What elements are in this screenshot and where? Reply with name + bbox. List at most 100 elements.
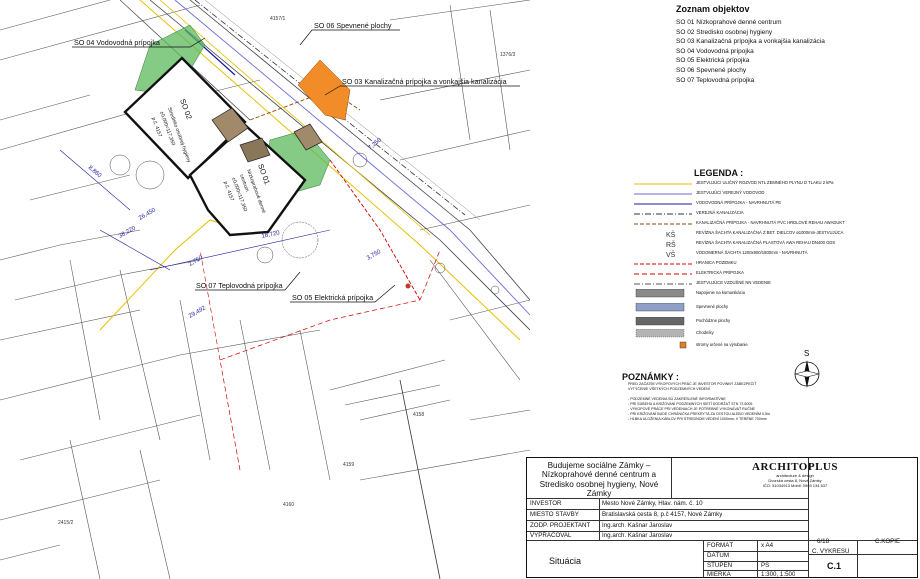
legend-item: HRANICA POZEMKU: [632, 259, 918, 268]
legend-symbol: RŠ: [666, 240, 676, 249]
legend-item: Spevnené plochy: [632, 303, 918, 312]
legend-label: Napojenie na komunikáciu: [696, 290, 746, 295]
legend-swatch: [635, 329, 685, 338]
legend-label: JESTVUJÚCE VZDUŠNÉ NN VEDENIE: [696, 280, 771, 285]
legend-item: VEREJNÁ KANALIZÁCIA: [632, 209, 918, 218]
dimension-value: 8,860: [87, 165, 103, 180]
stage-label: STUPEŇ: [707, 562, 733, 569]
firm-stamp: ARCHITOPLUS architecture & design Dvorsk…: [745, 461, 845, 488]
legend-swatch: [634, 223, 692, 225]
legend-swatch: [634, 263, 692, 265]
project-title: Budujeme sociálne Zámky – Nízkoprahové d…: [539, 461, 659, 498]
firm-contact: IČO: 51034913 Mobil: 0903 134 637: [762, 483, 828, 488]
object-list-title: Zoznam objektov: [676, 4, 750, 14]
legend-swatch: [634, 183, 692, 185]
dimension-value: 29,492: [188, 305, 207, 320]
parcel-number: 4160: [283, 502, 294, 508]
legend-swatch: [634, 273, 692, 275]
site-plan-drawing: SO 02 Stredisko osobnej hygieny ±0,000=1…: [0, 0, 530, 579]
legend-label: Chodníky: [696, 330, 714, 335]
paved-area-orange: [297, 59, 351, 121]
object-list-item: SO 03 Kanalizačná prípojka a vonkajšia k…: [676, 38, 825, 46]
callout-so07: SO 07 Teplovodná prípojka: [196, 281, 283, 290]
stage-value: PS: [761, 562, 770, 569]
legend-item: RŠ REVÍZNA ŠACHTA KANALIZAČNÁ PLASTOVÁ AW…: [632, 239, 918, 249]
parcel-number: 4158: [413, 412, 424, 418]
notes-line: - HĹBKA ULOŽENIA KÁBLOV PRI STREDNOM VED…: [628, 417, 767, 421]
parcel-number: 4157/1: [270, 16, 286, 22]
electric-connection-line: [329, 159, 421, 301]
dimension-value: 2,750: [188, 255, 205, 268]
legend-item: JESTVUJÚCI VEREJNÝ VODOVOD: [632, 189, 918, 198]
legend-label: ELEKTRICKÁ PRÍPOJKA: [696, 270, 744, 275]
legend-swatch: KŠ: [666, 230, 676, 239]
legend-label: Pochôdzne plochy: [696, 318, 731, 323]
dimension-value: 38,220: [118, 225, 137, 240]
parcel-number: 2415/2: [58, 520, 74, 526]
object-list-item: SO 02 Stredisko osobnej hygieny: [676, 28, 773, 36]
legend-swatch: VŠ: [666, 250, 676, 259]
callout-so05: SO 05 Elektrická prípojka: [292, 293, 373, 302]
legend-label: VEREJNÁ KANALIZÁCIA: [696, 210, 744, 215]
site-value: Bratislavská cesta 8, p.č 4157, Nové Zám…: [602, 511, 723, 518]
firm-logo: ARCHITOPLUS: [752, 461, 838, 473]
legend-swatch: [634, 203, 692, 205]
dimension-value: 26,450: [138, 207, 157, 222]
drawing-number-label: Č. VÝKRESU: [812, 548, 850, 555]
legend-swatch: [635, 303, 685, 312]
north-arrow: S: [790, 348, 824, 395]
prepared-by-label: VYPRACOVAL: [530, 532, 572, 539]
legend-label: KANALIZAČNÁ PRÍPOJKA - NAVRHNUTÁ PVC HRD…: [696, 220, 845, 225]
callout-so03: SO 03 Kanalizačná prípojka a vonkajšia k…: [342, 77, 507, 86]
drawing-title: Situácia: [549, 556, 582, 566]
legend-label: JESTVUJÚCI VEREJNÝ VODOVOD: [696, 190, 765, 195]
legend-label: stromy určené na výrubanie: [696, 342, 748, 347]
object-list: Zoznam objektov SO 01 Nízkoprahové denné…: [676, 4, 916, 85]
dimension-value: 3,750: [366, 249, 383, 262]
legend-title: LEGENDA :: [694, 168, 744, 178]
legend-label: VODOMERNÁ ŠACHTA 1200x900/1800mm - NAVRH…: [696, 250, 808, 255]
object-list-item: SO 01 Nízkoprahové denné centrum: [676, 19, 782, 26]
investor-label: INVESTOR: [530, 500, 562, 507]
responsible-designer-label: ZODP. PROJEKTANT: [530, 522, 591, 529]
legend-swatch: [635, 289, 685, 298]
legend: LEGENDA : JESTVUJÚCI ULIČNÝ ROZVOD NTL Z…: [632, 165, 918, 355]
legend-item: stromy určené na výrubanie: [632, 341, 918, 350]
investor-value: Mesto Nové Zámky, Hlav. nám. č. 10: [602, 500, 703, 507]
legend-item: JESTVUJÚCI ULIČNÝ ROZVOD NTL ZEMNÉHO PLY…: [632, 179, 918, 188]
object-list-item: SO 04 Vodovodná prípojka: [676, 47, 754, 55]
legend-label: HRANICA POZEMKU: [696, 260, 737, 265]
legend-label: REVÍZNA ŠACHTA KANALIZAČNÁ Z BET. DIELCO…: [696, 230, 844, 235]
date-label: DÁTUM: [707, 552, 729, 559]
legend-item: JESTVUJÚCE VZDUŠNÉ NN VEDENIE: [632, 279, 918, 288]
legend-item: KANALIZAČNÁ PRÍPOJKA - NAVRHNUTÁ PVC HRD…: [632, 219, 918, 228]
callout-so06: SO 06 Spevnené plochy: [314, 21, 392, 30]
compass-icon: S: [794, 349, 820, 388]
object-list-item: SO 05 Elektrická prípojka: [676, 57, 750, 65]
prepared-by-value: Ing.arch. Kašnar Jaroslav: [602, 532, 673, 539]
parcel-number: 1376/3: [500, 52, 516, 58]
drawing-number-value: C.1: [827, 561, 842, 571]
scale-value: 1:300, 1:500: [761, 571, 796, 578]
tree-to-cut-marker: [405, 283, 411, 289]
legend-item: VŠ VODOMERNÁ ŠACHTA 1200x900/1800mm - NAV…: [632, 249, 918, 259]
legend-item: Pochôdzne plochy: [632, 317, 918, 326]
scale-label: MIERKA: [707, 571, 731, 578]
legend-label: REVÍZNA ŠACHTA KANALIZAČNÁ PLASTOVÁ AWA …: [696, 240, 836, 245]
legend-swatch: [635, 317, 685, 326]
legend-label: JESTVUJÚCI ULIČNÝ ROZVOD NTL ZEMNÉHO PLY…: [696, 180, 834, 185]
object-list-item: SO 07 Teplovodná prípojka: [676, 76, 755, 84]
legend-label: VODOVODNÁ PRÍPOJKA - NAVRHNUTÁ PE: [696, 200, 782, 205]
legend-swatch: [634, 193, 692, 195]
copy-number-label: Č.KÓPIE: [875, 538, 901, 545]
object-list-item: SO 06 Spevnené plochy: [676, 66, 747, 74]
format-label: FORMÁT: [707, 542, 734, 549]
legend-symbol: KŠ: [666, 230, 676, 239]
legend-item: VODOVODNÁ PRÍPOJKA - NAVRHNUTÁ PE: [632, 199, 918, 208]
compass-label: S: [804, 349, 809, 358]
legend-swatch: [634, 283, 692, 285]
title-block: Budujeme sociálne Zámky – Nízkoprahové d…: [526, 457, 918, 578]
responsible-designer-value: Ing.arch. Kašnar Jaroslav: [602, 522, 673, 529]
legend-symbol: VŠ: [666, 250, 676, 259]
legend-item: Napojenie na komunikáciu: [632, 289, 918, 298]
